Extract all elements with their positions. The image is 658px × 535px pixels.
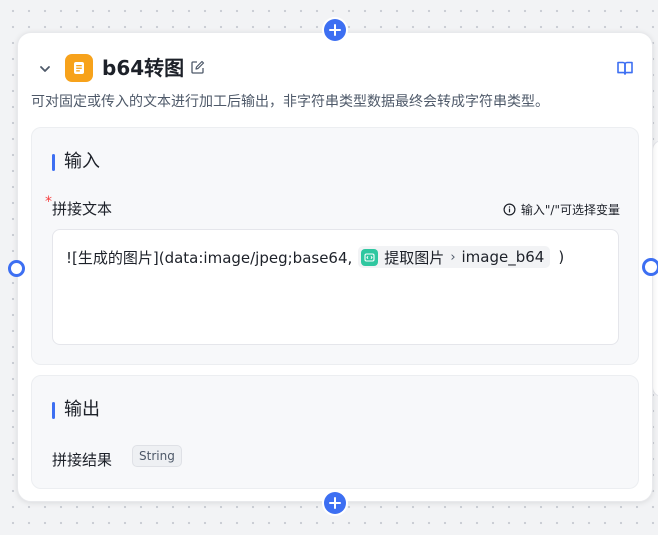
- concat-result-label: 拼接结果: [52, 451, 113, 469]
- add-node-bottom-icon[interactable]: [324, 492, 346, 514]
- output-port[interactable]: [642, 258, 658, 276]
- type-badge: String: [132, 445, 182, 467]
- output-section-title: 输出: [52, 398, 100, 422]
- node-description: 可对固定或传入的文本进行加工后输出，非字符串类型数据最终会转成字符串类型。: [31, 94, 549, 110]
- output-section: 输出 拼接结果 String: [31, 375, 639, 489]
- edit-icon[interactable]: [190, 60, 205, 75]
- variable-field: image_b64: [461, 248, 545, 266]
- text-processing-node[interactable]: b64转图 可对固定或传入的文本进行加工后输出，非字符串类型数据最终会转成字符串…: [17, 32, 653, 502]
- concat-text-editor[interactable]: ![生成的图片](data:image/jpeg;base64, 提取图片 › …: [52, 229, 619, 345]
- variable-chip[interactable]: 提取图片 › image_b64: [358, 246, 551, 268]
- chevron-down-icon[interactable]: [38, 61, 52, 75]
- editor-prefix-text: ![生成的图片](data:image/jpeg;base64,: [66, 248, 353, 267]
- variable-hint-text: 输入"/"可选择变量: [520, 203, 620, 217]
- input-section-title: 输入: [52, 150, 100, 174]
- input-port[interactable]: [8, 260, 25, 277]
- chevron-right-icon: ›: [450, 249, 456, 265]
- required-mark: *: [45, 194, 52, 210]
- variable-hint: 输入"/"可选择变量: [503, 201, 620, 218]
- input-section: 输入 * 拼接文本 输入"/"可选择变量 ![生成的图片](data:image…: [31, 127, 639, 365]
- concat-text-label: 拼接文本: [52, 200, 113, 218]
- book-icon[interactable]: [616, 59, 634, 77]
- info-icon: [503, 203, 516, 216]
- add-node-top-icon[interactable]: [324, 19, 346, 41]
- editor-suffix-text: ): [558, 248, 565, 266]
- editor-content: ![生成的图片](data:image/jpeg;base64, 提取图片 › …: [66, 246, 564, 268]
- code-block-icon: [361, 248, 379, 266]
- variable-source: 提取图片: [384, 248, 445, 267]
- document-icon: [65, 54, 93, 82]
- node-title: b64转图: [102, 56, 185, 80]
- node-header: b64转图 可对固定或传入的文本进行加工后输出，非字符串类型数据最终会转成字符串…: [18, 33, 652, 110]
